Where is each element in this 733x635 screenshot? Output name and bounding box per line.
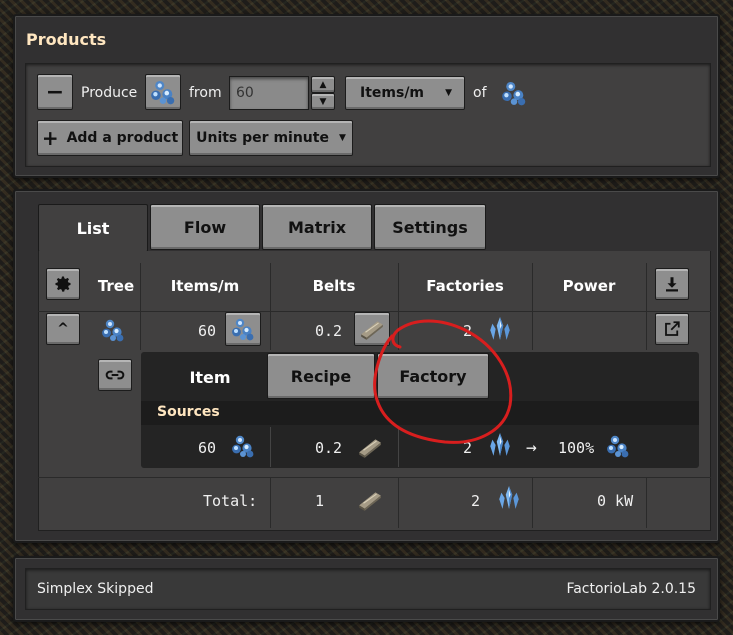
subtab-recipe[interactable]: Recipe [267,353,375,399]
divider [646,263,647,350]
tab-matrix-label: Matrix [287,217,347,237]
source-factories-value: 2 [463,439,473,457]
list-panel: List Flow Matrix Settings Tree Items/m B… [13,189,720,543]
download-button[interactable] [655,268,689,300]
column-belts: Belts [312,277,356,295]
divider [140,263,141,350]
app-version: FactorioLab 2.0.15 [566,581,696,597]
product-item-button[interactable] [145,74,181,110]
add-product-label: Add a product [66,130,179,146]
products-title: Products [26,30,107,49]
subtab-item[interactable]: Item [155,353,265,401]
chevron-up-icon: ^ [57,321,69,337]
total-factories-value: 2 [471,492,481,510]
divider [398,427,399,467]
row-items-value: 60 [198,322,217,340]
divider [398,478,399,528]
of-label: of [473,85,487,101]
source-belts-value: 0.2 [315,439,343,457]
open-external-button[interactable] [655,313,689,345]
gear-icon [55,276,71,292]
chevron-up-icon: ▲ [319,79,327,90]
minus-icon: − [45,79,65,105]
tab-settings[interactable]: Settings [374,204,486,250]
tab-matrix[interactable]: Matrix [262,204,372,250]
link-button[interactable] [98,359,132,391]
tab-flow-label: Flow [183,217,227,237]
total-label: Total: [203,492,258,510]
external-link-icon [665,321,680,336]
rate-increment-button[interactable]: ▲ [311,76,335,93]
row-belts-value: 0.2 [315,322,343,340]
status-message: Simplex Skipped [37,581,154,597]
transport-belt-icon [357,487,383,513]
source-percent-value: 100% [558,439,595,457]
column-factories: Factories [426,277,504,295]
remove-product-button[interactable]: − [37,74,73,110]
divider [270,478,271,528]
transport-belt-icon [357,434,383,460]
units-select-value: Units per minute [196,130,329,146]
tab-flow[interactable]: Flow [150,204,260,250]
divider [646,478,647,528]
units-select[interactable]: Units per minute ▼ [189,120,353,156]
crystal-icon [496,484,522,512]
row-factories-value: 2 [463,322,473,340]
chevron-down-icon: ▼ [319,96,327,107]
subtab-recipe-label: Recipe [290,366,352,386]
subtab-factory[interactable]: Factory [377,353,489,399]
produce-label: Produce [81,85,138,101]
subtab-item-label: Item [189,367,231,387]
rate-input[interactable] [229,76,309,110]
subtab-factory-label: Factory [399,366,467,386]
crystal-cluster-icon [231,317,255,341]
transport-belt-icon [359,316,385,342]
column-power: Power [562,277,616,295]
plus-icon: + [41,126,59,150]
download-icon [666,277,678,292]
row-belt-button[interactable] [354,312,390,346]
crystal-cluster-icon [501,80,527,106]
source-items-value: 60 [198,439,217,457]
divider [532,478,533,528]
divider [270,427,271,467]
crystal-cluster-icon [231,434,255,458]
rate-unit-value: Items/m [360,85,425,101]
rate-decrement-button[interactable]: ▼ [311,93,335,110]
divider [398,263,399,350]
sources-header-bar [141,401,699,425]
total-power-value: 0 kW [597,492,634,510]
tab-list-label: List [76,218,110,238]
tab-list[interactable]: List [38,204,148,252]
add-product-button[interactable]: + Add a product [37,120,183,156]
row-item-button[interactable] [225,312,261,346]
divider [270,263,271,350]
column-tree: Tree [97,277,135,295]
from-label: from [189,85,222,101]
crystal-cluster-icon [101,318,125,342]
settings-gear-button[interactable] [46,268,80,300]
divider [38,477,711,478]
crystal-cluster-icon [606,434,630,458]
status-panel: Simplex Skipped FactorioLab 2.0.15 [13,556,720,622]
arrow-icon: → [526,437,537,458]
crystal-icon [487,315,513,343]
link-icon [105,370,125,380]
products-panel: Products − Produce from ▲ ▼ Items/m ▼ of… [13,14,720,178]
divider [532,263,533,350]
column-items: Items/m [170,277,240,295]
collapse-button[interactable]: ^ [46,313,80,345]
tab-settings-label: Settings [392,217,468,237]
total-belts-value: 1 [315,492,325,510]
crystal-cluster-icon [150,79,176,105]
crystal-icon [487,431,513,459]
sources-label: Sources [157,404,220,420]
rate-unit-select[interactable]: Items/m ▼ [345,76,465,110]
caret-down-icon: ▼ [338,133,346,143]
caret-down-icon: ▼ [445,88,452,98]
